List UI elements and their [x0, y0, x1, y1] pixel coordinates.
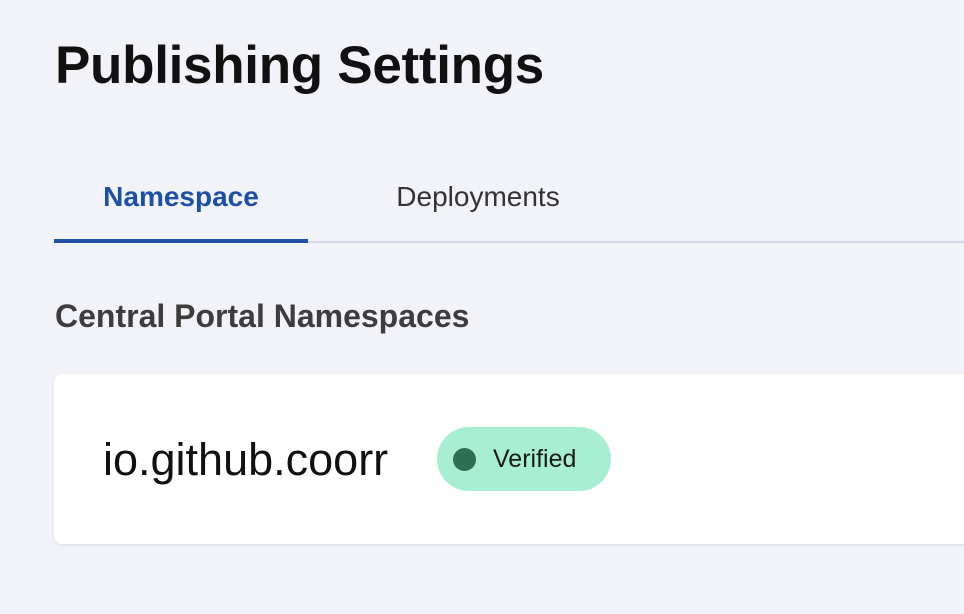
tab-bar: Namespace Deployments	[54, 150, 964, 244]
section-heading: Central Portal Namespaces	[55, 298, 470, 334]
status-badge-label: Verified	[493, 444, 577, 473]
namespace-name: io.github.coorr	[103, 434, 389, 485]
namespace-card: io.github.coorr Verified	[54, 374, 964, 544]
page-title: Publishing Settings	[55, 36, 544, 95]
tab-namespace[interactable]: Namespace	[54, 150, 308, 244]
active-tab-indicator	[54, 239, 308, 243]
status-dot-icon	[453, 447, 476, 471]
tab-deployments[interactable]: Deployments	[358, 150, 598, 244]
status-badge: Verified	[437, 427, 611, 491]
